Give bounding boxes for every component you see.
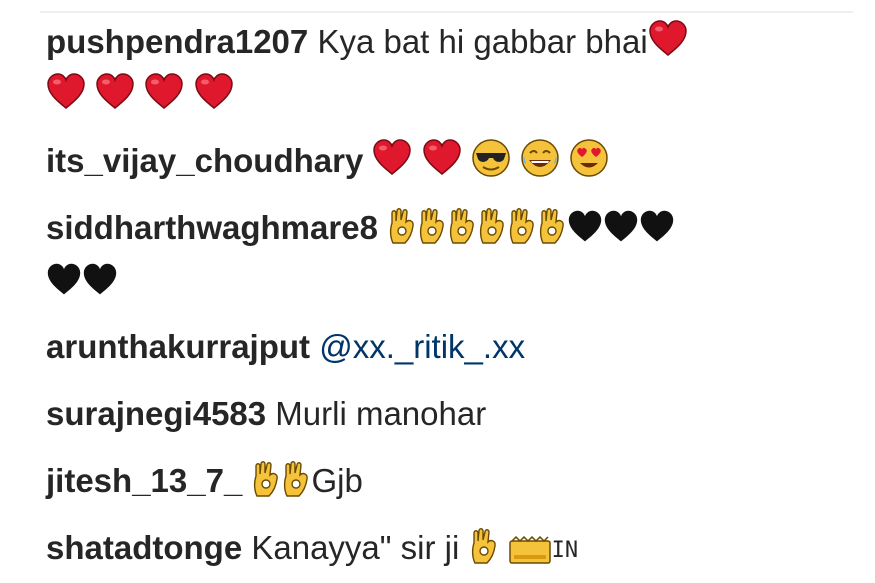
tears-of-joy-face-icon: [520, 138, 560, 178]
ok-hand-icon: [537, 205, 567, 245]
ok-hand-icon: [447, 205, 477, 245]
comment-item: siddharthwaghmare8: [46, 202, 675, 254]
black-heart-icon: [603, 209, 639, 245]
divider: [40, 11, 853, 13]
comment-text: Kya bat hi gabbar bhai: [317, 23, 648, 60]
comment-username[interactable]: surajnegi4583: [46, 395, 266, 432]
comment-username[interactable]: pushpendra1207: [46, 23, 308, 60]
ok-hand-icon: [507, 205, 537, 245]
comment-continuation: [46, 69, 234, 121]
ok-hand-icon: [281, 458, 311, 498]
red-heart-icon: [372, 138, 412, 178]
comment-item: jitesh_13_7_ Gjb: [46, 455, 363, 507]
red-heart-icon: [144, 72, 184, 112]
comment-item: arunthakurrajput @xx._ritik_.xx: [46, 321, 525, 373]
comment-username[interactable]: its_vijay_choudhary: [46, 142, 363, 179]
red-heart-icon: [422, 138, 462, 178]
heart-eyes-face-icon: [569, 138, 609, 178]
black-heart-icon: [46, 262, 82, 298]
comment-item: surajnegi4583 Murli manohar: [46, 388, 486, 440]
comment-text: Murli manohar: [275, 395, 487, 432]
comments-screenshot: pushpendra1207 Kya bat hi gabbar bhai it…: [0, 0, 875, 583]
comment-item: pushpendra1207 Kya bat hi gabbar bhai: [46, 16, 688, 68]
comment-username[interactable]: arunthakurrajput: [46, 328, 310, 365]
comment-text: Kanayya" sir ji: [251, 529, 460, 566]
comment-item: its_vijay_choudhary: [46, 135, 609, 187]
red-heart-icon: [46, 72, 86, 112]
crown-icon: [508, 535, 552, 565]
black-heart-icon: [567, 209, 603, 245]
ok-hand-icon: [477, 205, 507, 245]
comment-suffix: IN: [551, 538, 579, 563]
comment-username[interactable]: jitesh_13_7_: [46, 462, 242, 499]
comment-item: shatadtonge Kanayya" sir ji IN: [46, 522, 578, 577]
comment-username[interactable]: siddharthwaghmare8: [46, 209, 378, 246]
sunglasses-face-icon: [471, 138, 511, 178]
comment-username[interactable]: shatadtonge: [46, 529, 242, 566]
black-heart-icon: [639, 209, 675, 245]
comment-continuation: [46, 255, 118, 307]
ok-hand-icon: [251, 458, 281, 498]
red-heart-icon: [648, 19, 688, 59]
black-heart-icon: [82, 262, 118, 298]
red-heart-icon: [95, 72, 135, 112]
ok-hand-icon: [417, 205, 447, 245]
red-heart-icon: [194, 72, 234, 112]
mention-link[interactable]: @xx._ritik_.xx: [319, 328, 525, 365]
ok-hand-icon: [469, 525, 499, 565]
ok-hand-icon: [387, 205, 417, 245]
comment-text: Gjb: [311, 462, 363, 499]
